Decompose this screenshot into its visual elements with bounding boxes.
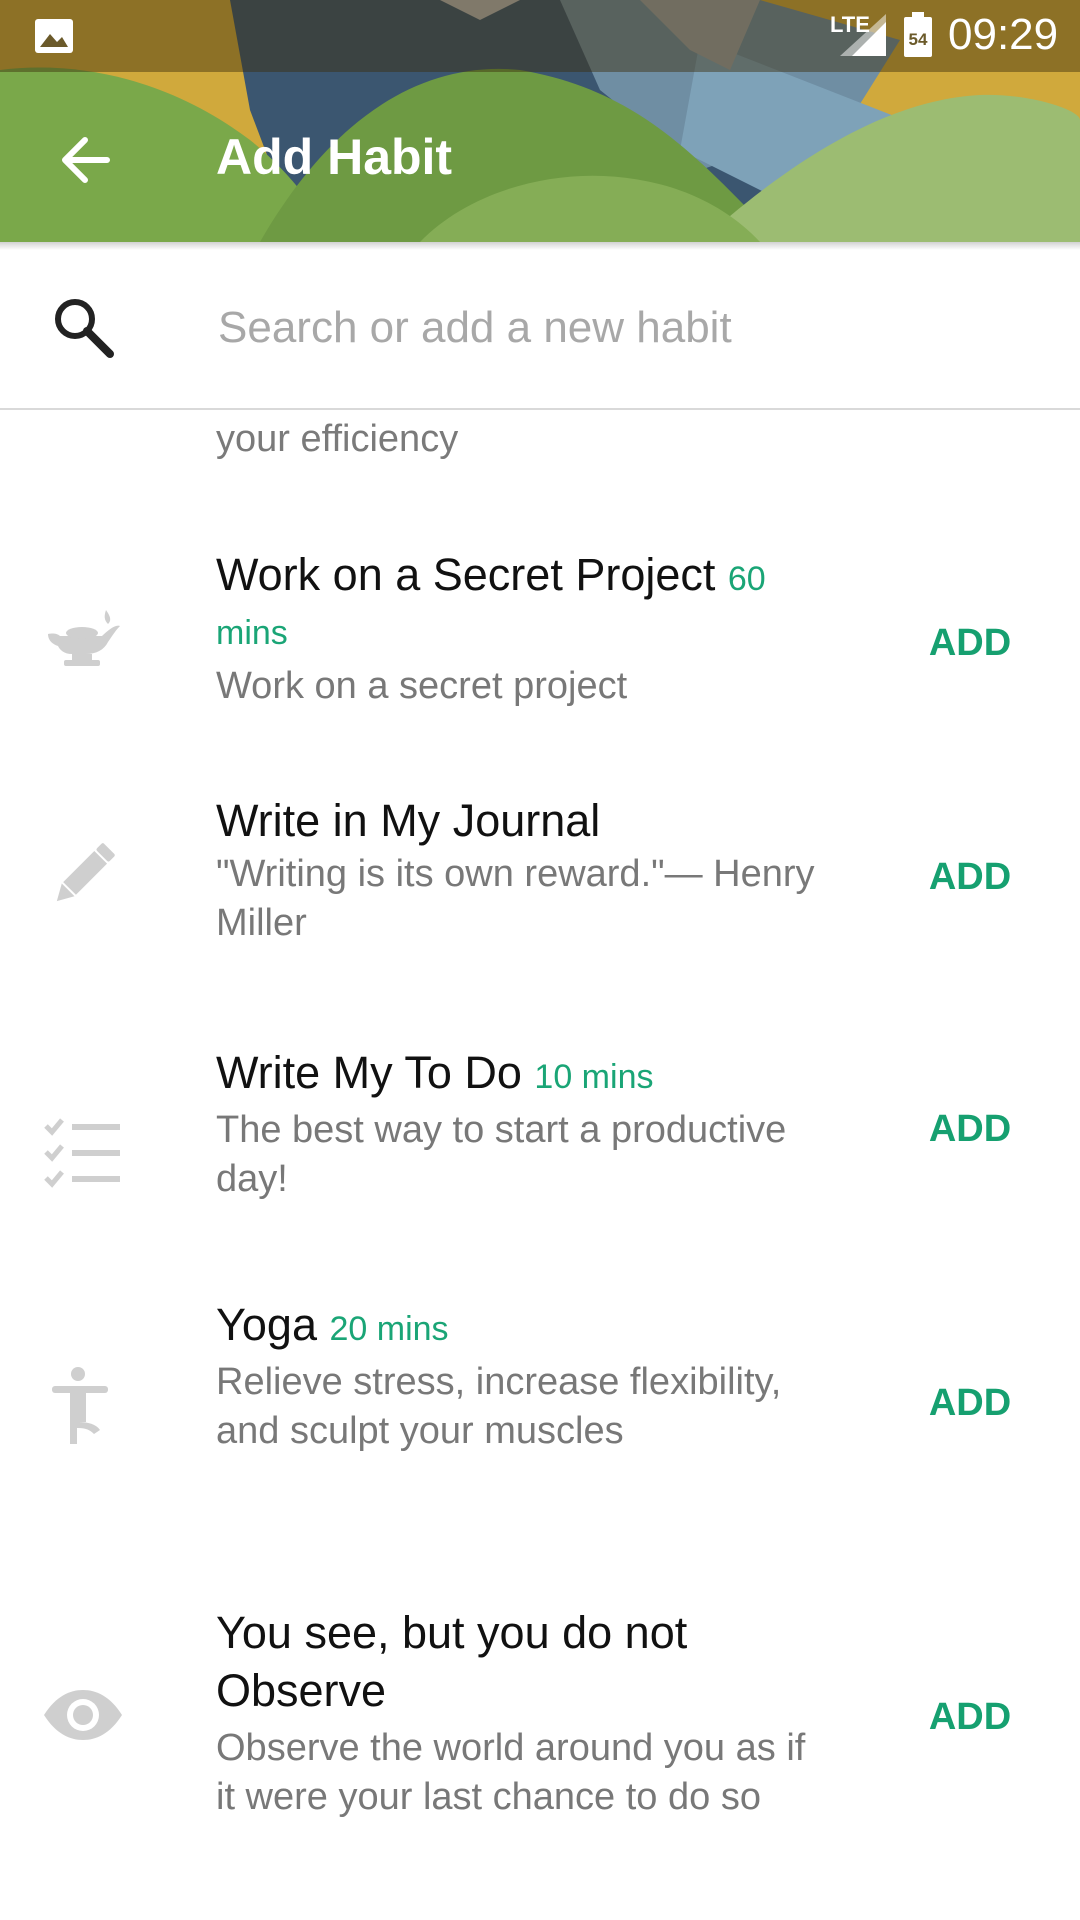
page-title: Add Habit (216, 129, 453, 185)
list-item-description-partial: your efficiency (216, 418, 459, 460)
header-shadow (0, 242, 1080, 250)
list-item-text: Write in My Journal "Writing is its own … (216, 796, 816, 948)
habit-name-line: Yoga 20 mins (216, 1300, 816, 1354)
eye-icon (44, 1690, 122, 1740)
signal-icon (840, 14, 886, 56)
list-item-text: Work on a Secret Project 60 mins Work on… (216, 550, 816, 711)
search-input[interactable] (216, 292, 1020, 364)
habit-name-line: Work on a Secret Project 60 mins (216, 550, 816, 658)
habit-description: Relieve stress, increase flexibility, an… (216, 1361, 782, 1452)
habit-description: Work on a secret project (216, 665, 628, 707)
yoga-icon (52, 1367, 108, 1444)
habit-name-line: Write My To Do 10 mins (216, 1048, 816, 1102)
habit-name: Write in My Journal (216, 795, 601, 846)
checklist-icon (44, 1118, 120, 1188)
habit-description: The best way to start a productive day! (216, 1109, 787, 1200)
arrow-back-icon (62, 137, 110, 183)
search-bar (0, 250, 1080, 410)
search-icon (55, 299, 114, 358)
image-notification-icon (35, 19, 73, 53)
battery-icon: 54 (904, 12, 932, 57)
add-button[interactable]: ADD (910, 608, 1030, 678)
genie-lamp-icon (48, 610, 120, 666)
add-button[interactable]: ADD (910, 1682, 1030, 1752)
habit-description: Observe the world around you as if it we… (216, 1727, 806, 1818)
back-button[interactable] (50, 130, 120, 190)
habit-list: your efficiency Work on a Secret Project… (0, 410, 1080, 1920)
add-button[interactable]: ADD (910, 1368, 1030, 1438)
battery-level-text: 54 (909, 30, 928, 49)
add-button[interactable]: ADD (910, 842, 1030, 912)
habit-duration: 10 mins (534, 1058, 654, 1096)
habit-duration: 20 mins (329, 1310, 449, 1348)
habit-description: "Writing is its own reward."— Henry Mill… (216, 853, 815, 944)
list-item-text: You see, but you do not Observe Observe … (216, 1604, 806, 1822)
list-item-text: Write My To Do 10 mins The best way to s… (216, 1048, 816, 1204)
app-header: LTE 54 09:29 Add Habit (0, 0, 1080, 242)
habit-name: You see, but you do not Observe (216, 1607, 688, 1716)
status-clock: 09:29 (948, 10, 1059, 59)
list-item-text: Yoga 20 mins Relieve stress, increase fl… (216, 1300, 816, 1456)
habit-name: Yoga (216, 1299, 317, 1350)
status-bar: LTE 54 09:29 (0, 0, 1080, 72)
habit-name: Work on a Secret Project (216, 549, 716, 600)
add-button[interactable]: ADD (910, 1094, 1030, 1164)
habit-name: Write My To Do (216, 1047, 522, 1098)
pencil-icon (56, 843, 115, 902)
